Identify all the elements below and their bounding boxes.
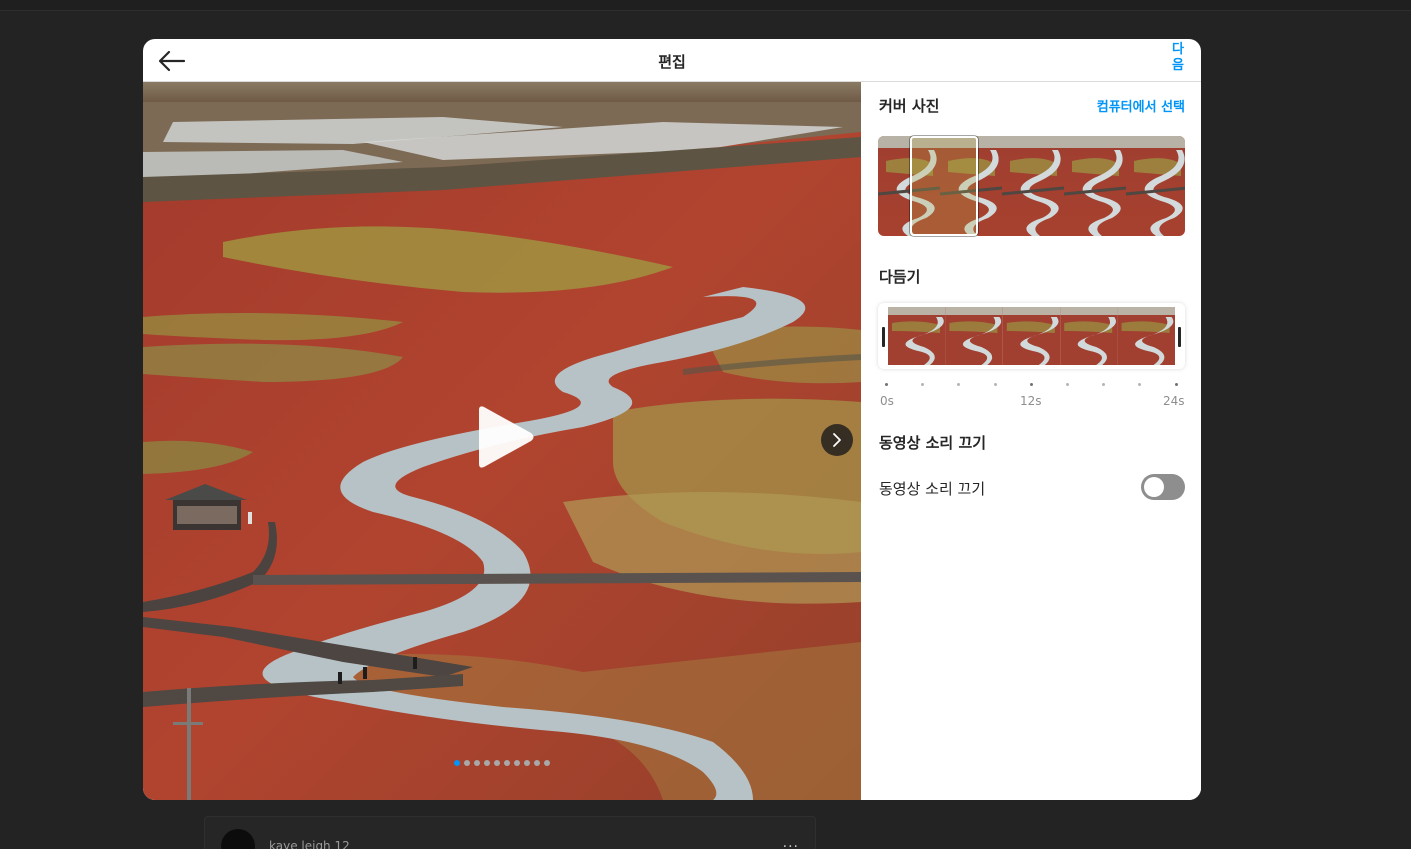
timeline-tick: [885, 383, 888, 386]
edit-panel: 커버 사진 컴퓨터에서 선택 다듬기 0s 12s 24s 동영상 소리 끄기 …: [861, 82, 1201, 800]
carousel-dot[interactable]: [484, 760, 490, 766]
trim-end-handle[interactable]: [1178, 327, 1181, 347]
more-options-icon[interactable]: ...: [783, 835, 799, 849]
next-media-button[interactable]: [821, 424, 853, 456]
timeline-tick: [1138, 383, 1142, 386]
trim-start-handle[interactable]: [882, 327, 885, 347]
carousel-dot[interactable]: [534, 760, 540, 766]
selected-cover-frame[interactable]: [910, 136, 978, 236]
chevron-right-icon: [833, 433, 841, 447]
timeline-ticks: [878, 383, 1185, 389]
carousel-dot[interactable]: [524, 760, 530, 766]
select-from-computer-link[interactable]: 컴퓨터에서 선택: [1097, 96, 1185, 115]
timeline-tick: [1174, 383, 1178, 386]
cover-photo-title: 커버 사진: [879, 97, 940, 115]
trim-timeline[interactable]: [878, 303, 1185, 369]
trim-frame-strip: [888, 307, 1175, 365]
timeline-tick: [1066, 383, 1069, 386]
carousel-dot[interactable]: [514, 760, 520, 766]
mute-section-title: 동영상 소리 끄기: [879, 434, 987, 452]
timeline-tick: [957, 383, 961, 386]
mute-toggle[interactable]: [1141, 474, 1185, 500]
feed-post-card: kaye leigh 12 ...: [204, 816, 816, 849]
carousel-dot[interactable]: [504, 760, 510, 766]
carousel-dot[interactable]: [474, 760, 480, 766]
timeline-tick: [1102, 383, 1106, 386]
toggle-knob: [1144, 477, 1164, 497]
carousel-dot[interactable]: [464, 760, 470, 766]
edit-modal: 편집 다음 커버 사진 컴퓨터에서 선택 다듬기 0s 12s 24s 동영상 …: [143, 39, 1201, 800]
play-icon: [479, 406, 534, 468]
modal-title: 편집: [658, 53, 686, 71]
timeline-tick: [993, 383, 997, 386]
timeline-label-end: 24s: [1163, 394, 1185, 408]
timeline-tick: [921, 383, 925, 386]
timeline-label-start: 0s: [880, 394, 894, 408]
modal-header: 편집 다음: [143, 39, 1201, 82]
video-preview[interactable]: [143, 82, 861, 800]
carousel-dot[interactable]: [454, 760, 460, 766]
timeline-tick: [1029, 383, 1033, 386]
feed-username[interactable]: kaye leigh 12: [269, 839, 350, 849]
mute-label: 동영상 소리 끄기: [879, 480, 986, 498]
play-button[interactable]: [473, 404, 537, 470]
trim-title: 다듬기: [879, 268, 921, 286]
timeline-label-mid: 12s: [1020, 394, 1042, 408]
carousel-dot[interactable]: [544, 760, 550, 766]
carousel-indicator: [143, 760, 861, 766]
top-bar: [0, 0, 1411, 11]
avatar[interactable]: [221, 829, 255, 849]
next-button[interactable]: 다음: [1171, 42, 1185, 74]
carousel-dot[interactable]: [494, 760, 500, 766]
